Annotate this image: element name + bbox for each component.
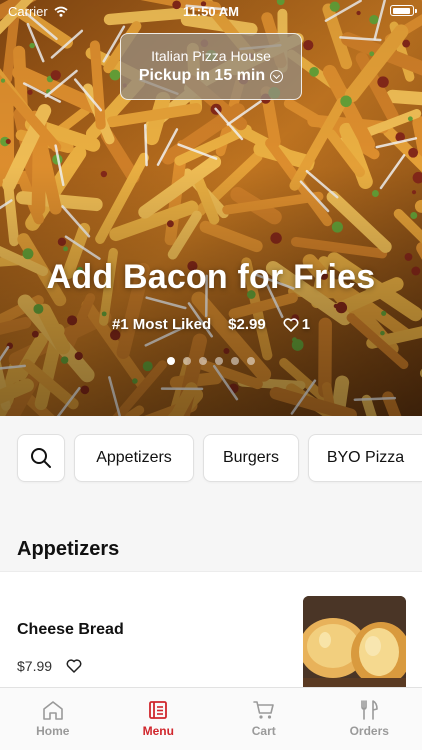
pickup-selector[interactable]: Italian Pizza House Pickup in 15 min bbox=[120, 33, 302, 100]
category-chip-label: BYO Pizza bbox=[326, 449, 405, 466]
category-chip-appetizers[interactable]: Appetizers bbox=[74, 434, 194, 482]
item-price: $7.99 bbox=[17, 658, 53, 674]
tab-label: Orders bbox=[349, 724, 389, 738]
carousel-dot[interactable] bbox=[231, 357, 239, 365]
section-title: Appetizers bbox=[17, 538, 120, 560]
search-icon bbox=[31, 448, 51, 468]
pickup-eta: Pickup in 15 min bbox=[121, 67, 301, 85]
pickup-eta-label: Pickup in 15 min bbox=[138, 67, 266, 84]
promo-meta: #1 Most Liked $2.99 1 bbox=[0, 316, 422, 333]
category-chip-byo-pizza[interactable]: BYO Pizza bbox=[308, 434, 422, 482]
heart-icon[interactable] bbox=[66, 659, 82, 673]
item-price-row: $7.99 bbox=[17, 658, 82, 674]
status-bar: Carrier 11:50 AM bbox=[0, 0, 422, 22]
carousel-dot[interactable] bbox=[183, 357, 191, 365]
promo-price: $2.99 bbox=[228, 316, 266, 333]
carousel-dot[interactable] bbox=[199, 357, 207, 365]
heart-icon bbox=[283, 317, 299, 332]
tab-menu[interactable]: Menu bbox=[106, 688, 212, 750]
promo-hero[interactable]: Carrier 11:50 AM Italian Pizza House Pic… bbox=[0, 0, 422, 416]
menu-icon bbox=[149, 701, 168, 719]
search-button[interactable] bbox=[17, 434, 65, 482]
carousel-dot[interactable] bbox=[247, 357, 255, 365]
restaurant-name: Italian Pizza House bbox=[151, 48, 271, 64]
category-chip-label: Appetizers bbox=[96, 449, 172, 466]
tab-orders[interactable]: Orders bbox=[317, 688, 422, 750]
app-screen: Carrier 11:50 AM Italian Pizza House Pic… bbox=[0, 0, 422, 750]
item-photo bbox=[303, 596, 406, 692]
tab-label: Cart bbox=[251, 724, 276, 738]
tab-bar: Home Menu Cart Orders bbox=[0, 687, 422, 750]
orders-icon bbox=[361, 700, 379, 720]
carousel-dot[interactable] bbox=[167, 357, 175, 365]
status-time: 11:50 AM bbox=[183, 4, 239, 19]
tab-cart[interactable]: Cart bbox=[211, 688, 317, 750]
cart-icon bbox=[252, 701, 274, 719]
battery-icon bbox=[390, 5, 417, 16]
home-icon bbox=[42, 701, 63, 720]
chevron-down-circle-icon bbox=[270, 69, 284, 83]
tab-label: Menu bbox=[142, 724, 174, 738]
item-name: Cheese Bread bbox=[17, 621, 124, 638]
promo-title: Add Bacon for Fries bbox=[46, 258, 376, 296]
tab-home[interactable]: Home bbox=[0, 688, 106, 750]
tab-label: Home bbox=[36, 724, 70, 738]
likes-count: 1 bbox=[301, 316, 311, 333]
promo-likes[interactable]: 1 bbox=[283, 316, 310, 333]
category-chip-burgers[interactable]: Burgers bbox=[203, 434, 299, 482]
promo-badge: #1 Most Liked bbox=[111, 316, 212, 333]
category-bar: Appetizers Burgers BYO Pizza bbox=[0, 416, 422, 500]
carousel-dots[interactable] bbox=[0, 357, 422, 365]
category-chip-label: Burgers bbox=[222, 449, 280, 466]
carousel-dot[interactable] bbox=[215, 357, 223, 365]
